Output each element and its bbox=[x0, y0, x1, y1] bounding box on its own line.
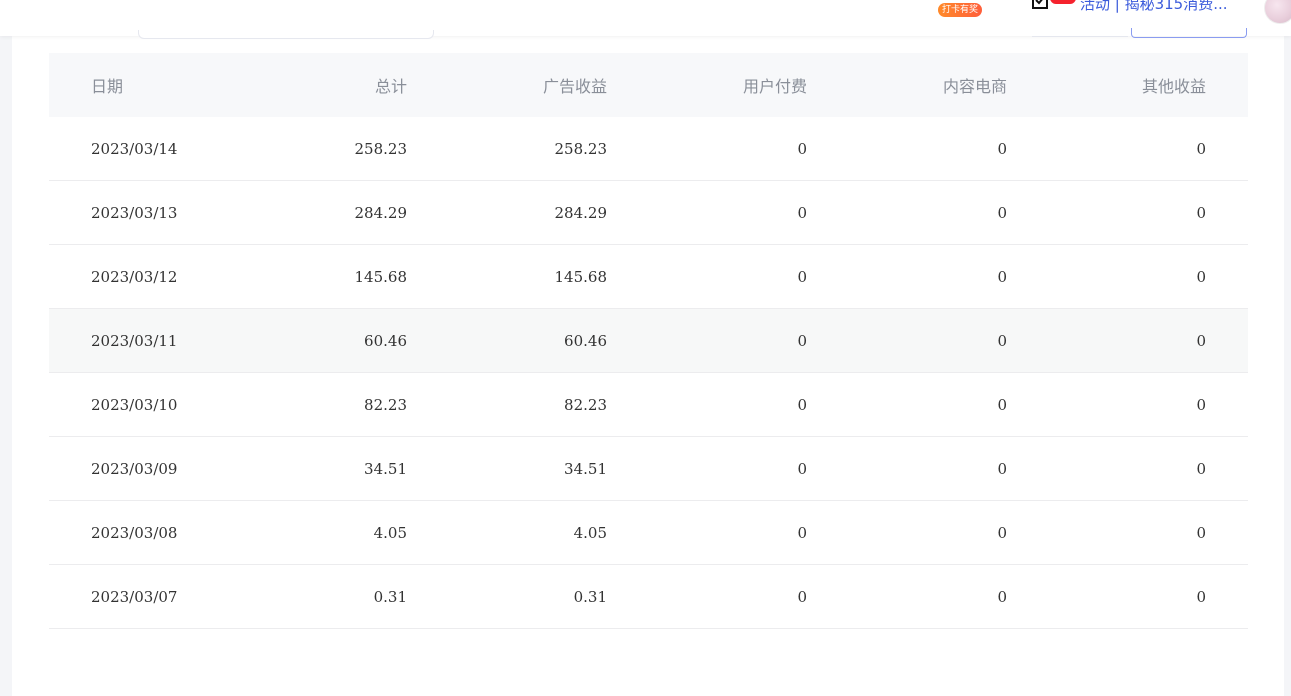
header-button-right[interactable] bbox=[1131, 28, 1247, 38]
cell-other-revenue: 0 bbox=[1196, 459, 1206, 478]
cell-date: 2023/03/09 bbox=[91, 459, 178, 478]
cell-ad-revenue: 258.23 bbox=[554, 139, 608, 158]
avatar[interactable] bbox=[1264, 0, 1291, 24]
earnings-table: 日期 总计 广告收益 用户付费 内容电商 其他收益 2023/03/14 258… bbox=[49, 53, 1248, 629]
activity-link[interactable]: 活动 | 揭秘315消费... bbox=[1080, 0, 1240, 13]
earnings-card: 日期 总计 广告收益 用户付费 内容电商 其他收益 2023/03/14 258… bbox=[12, 36, 1284, 696]
checklist-icon[interactable] bbox=[1030, 0, 1050, 14]
cell-user-payment: 0 bbox=[797, 523, 807, 542]
cell-other-revenue: 0 bbox=[1196, 587, 1206, 606]
column-header-total: 总计 bbox=[374, 77, 407, 96]
header-button-left[interactable] bbox=[1032, 30, 1128, 37]
table-row: 2023/03/12 145.68 145.68 0 0 0 bbox=[49, 245, 1248, 309]
cell-ad-revenue: 145.68 bbox=[554, 267, 608, 286]
column-header-ad-revenue: 广告收益 bbox=[542, 77, 607, 96]
cell-total: 258.23 bbox=[354, 139, 408, 158]
cell-user-payment: 0 bbox=[797, 203, 807, 222]
column-header-user-payment: 用户付费 bbox=[742, 77, 807, 96]
cell-user-payment: 0 bbox=[797, 395, 807, 414]
cell-ad-revenue: 60.46 bbox=[564, 331, 607, 350]
cell-date: 2023/03/13 bbox=[91, 203, 178, 222]
checkin-reward-badge[interactable]: 打卡有奖 bbox=[938, 3, 983, 17]
table-row: 2023/03/10 82.23 82.23 0 0 0 bbox=[49, 373, 1248, 437]
cell-total: 82.23 bbox=[364, 395, 407, 414]
table-header: 日期 总计 广告收益 用户付费 内容电商 其他收益 bbox=[49, 53, 1248, 117]
cell-other-revenue: 0 bbox=[1196, 523, 1206, 542]
cell-user-payment: 0 bbox=[797, 331, 807, 350]
cell-ad-revenue: 4.05 bbox=[573, 523, 607, 542]
cell-ad-revenue: 34.51 bbox=[564, 459, 607, 478]
cell-content-ecommerce: 0 bbox=[997, 395, 1007, 414]
column-header-content-ecommerce: 内容电商 bbox=[942, 77, 1007, 96]
notification-dot bbox=[1050, 0, 1076, 4]
table-row: 2023/03/11 60.46 60.46 0 0 0 bbox=[49, 309, 1248, 373]
cell-date: 2023/03/14 bbox=[91, 139, 178, 158]
column-header-other-revenue: 其他收益 bbox=[1141, 77, 1206, 96]
table-row: 2023/03/09 34.51 34.51 0 0 0 bbox=[49, 437, 1248, 501]
cell-user-payment: 0 bbox=[797, 267, 807, 286]
cell-content-ecommerce: 0 bbox=[997, 587, 1007, 606]
table-row: 2023/03/13 284.29 284.29 0 0 0 bbox=[49, 181, 1248, 245]
cell-other-revenue: 0 bbox=[1196, 203, 1206, 222]
cell-other-revenue: 0 bbox=[1196, 395, 1206, 414]
cell-date: 2023/03/08 bbox=[91, 523, 178, 542]
cell-date: 2023/03/11 bbox=[91, 331, 178, 350]
column-header-date: 日期 bbox=[91, 77, 124, 96]
cell-other-revenue: 0 bbox=[1196, 331, 1206, 350]
cell-content-ecommerce: 0 bbox=[997, 459, 1007, 478]
cell-date: 2023/03/10 bbox=[91, 395, 178, 414]
cell-date: 2023/03/12 bbox=[91, 267, 178, 286]
cell-total: 145.68 bbox=[354, 267, 408, 286]
top-bar: 打卡有奖 活动 | 揭秘315消费... bbox=[0, 0, 1291, 39]
cell-total: 284.29 bbox=[354, 203, 408, 222]
search-field-edge[interactable] bbox=[138, 30, 434, 39]
cell-content-ecommerce: 0 bbox=[997, 267, 1007, 286]
cell-ad-revenue: 0.31 bbox=[573, 587, 607, 606]
cell-content-ecommerce: 0 bbox=[997, 523, 1007, 542]
cell-ad-revenue: 284.29 bbox=[554, 203, 608, 222]
table-row: 2023/03/08 4.05 4.05 0 0 0 bbox=[49, 501, 1248, 565]
cell-content-ecommerce: 0 bbox=[997, 139, 1007, 158]
cell-content-ecommerce: 0 bbox=[997, 203, 1007, 222]
cell-user-payment: 0 bbox=[797, 587, 807, 606]
cell-user-payment: 0 bbox=[797, 139, 807, 158]
table-row: 2023/03/14 258.23 258.23 0 0 0 bbox=[49, 117, 1248, 181]
cell-content-ecommerce: 0 bbox=[997, 331, 1007, 350]
cell-total: 4.05 bbox=[373, 523, 407, 542]
table-row: 2023/03/07 0.31 0.31 0 0 0 bbox=[49, 565, 1248, 629]
cell-user-payment: 0 bbox=[797, 459, 807, 478]
cell-total: 60.46 bbox=[364, 331, 407, 350]
cell-total: 0.31 bbox=[373, 587, 407, 606]
cell-other-revenue: 0 bbox=[1196, 139, 1206, 158]
cell-date: 2023/03/07 bbox=[91, 587, 178, 606]
cell-other-revenue: 0 bbox=[1196, 267, 1206, 286]
cell-total: 34.51 bbox=[364, 459, 407, 478]
cell-ad-revenue: 82.23 bbox=[564, 395, 607, 414]
